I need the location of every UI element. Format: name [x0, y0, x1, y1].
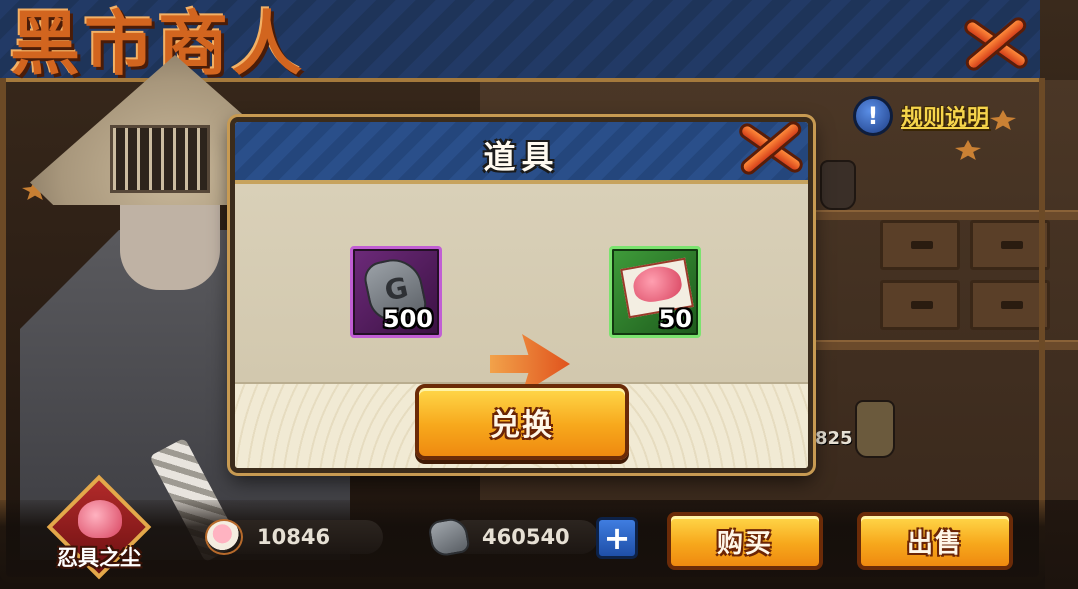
exchange-label: 兑换: [490, 408, 554, 443]
cost-item-count: 500: [382, 305, 433, 333]
add-currency-button[interactable]: +: [596, 517, 638, 559]
rules-label: 规则说明: [901, 106, 990, 131]
dust-currency: 10846: [205, 517, 383, 557]
dialog-title: 道具: [483, 138, 560, 176]
stone-amount: 460540: [448, 520, 598, 554]
exchange-button[interactable]: 兑换: [415, 384, 629, 460]
cost-item-card[interactable]: 500: [350, 246, 442, 338]
stone-currency: 460540: [427, 515, 598, 559]
close-shop-button[interactable]: [955, 8, 1035, 78]
selected-item-emblem[interactable]: 忍具之尘: [44, 474, 154, 584]
merchant-face: [120, 190, 220, 290]
close-dialog-button[interactable]: [730, 112, 810, 182]
hat-grille: [110, 125, 210, 193]
ninja-dust-icon: [205, 519, 243, 555]
partial-price-text: 825: [815, 428, 853, 449]
buy-button[interactable]: 购买: [667, 512, 823, 570]
item-exchange-dialog: 道具 500 50 兑换: [230, 117, 813, 473]
dialog-header: 道具: [235, 122, 808, 184]
selected-item-label: 忍具之尘: [57, 546, 141, 570]
sell-button[interactable]: 出售: [857, 512, 1013, 570]
exchange-panel: 500 50: [235, 184, 808, 394]
rules-link[interactable]: ! 规则说明: [853, 96, 989, 136]
reward-item-count: 50: [658, 305, 692, 333]
buy-label: 购买: [716, 528, 773, 559]
sell-label: 出售: [906, 528, 963, 559]
dust-amount: 10846: [223, 520, 383, 554]
exclamation-icon: !: [853, 96, 893, 136]
ninja-dust-icon: [78, 500, 122, 538]
reward-item-card[interactable]: 50: [609, 246, 701, 338]
